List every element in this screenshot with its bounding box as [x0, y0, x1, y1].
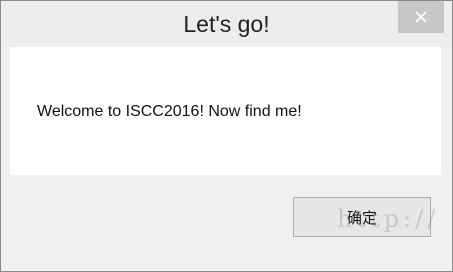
title-bar[interactable]: Let's go!: [1, 1, 452, 47]
ok-button[interactable]: 确定: [293, 197, 431, 237]
message-dialog: Let's go! Welcome to ISCC2016! Now find …: [0, 0, 453, 272]
close-icon: [415, 11, 427, 23]
message-area: Welcome to ISCC2016! Now find me!: [10, 47, 441, 175]
dialog-message: Welcome to ISCC2016! Now find me!: [37, 103, 302, 120]
window-title: Let's go!: [183, 11, 270, 37]
close-button[interactable]: [398, 1, 444, 33]
button-area: 确定: [10, 175, 441, 261]
